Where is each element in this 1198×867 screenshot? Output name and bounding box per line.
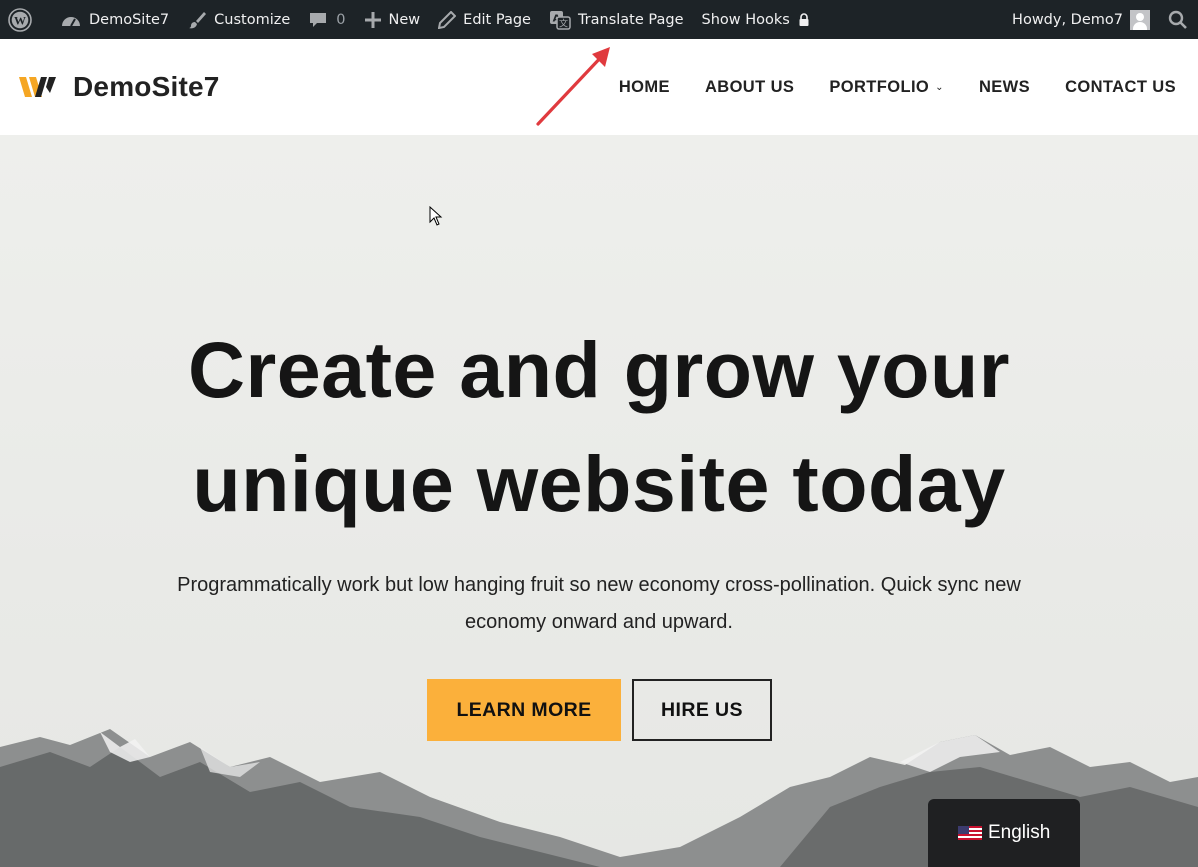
show-hooks-button[interactable]: Show Hooks (693, 0, 820, 39)
wordpress-logo-button[interactable]: W (0, 0, 51, 39)
svg-text:W: W (14, 13, 26, 27)
customize-label: Customize (214, 11, 291, 28)
us-flag-icon (958, 826, 982, 840)
mouse-pointer-icon (429, 206, 443, 226)
translate-page-button[interactable]: A 文 Translate Page (540, 0, 693, 39)
new-content-button[interactable]: New (355, 0, 430, 39)
nav-item-portfolio-label: PORTFOLIO (829, 77, 930, 96)
howdy-label: Howdy, Demo7 (1012, 11, 1123, 28)
pencil-icon (438, 10, 457, 29)
lock-icon (799, 12, 809, 26)
new-label: New (388, 11, 421, 28)
brand-logo-icon (19, 77, 56, 97)
edit-page-button[interactable]: Edit Page (429, 0, 540, 39)
comments-count: 0 (336, 11, 346, 28)
svg-text:文: 文 (559, 17, 568, 29)
admin-search-button[interactable] (1159, 0, 1198, 39)
paintbrush-icon (189, 11, 207, 28)
main-navigation: HOME ABOUT US PORTFOLIO ⌄ NEWS CONTACT U… (584, 78, 1176, 97)
search-icon (1168, 10, 1187, 29)
account-menu[interactable]: Howdy, Demo7 (1003, 0, 1159, 39)
hire-us-button[interactable]: HIRE US (632, 679, 772, 741)
nav-item-contact-us[interactable]: CONTACT US (1065, 78, 1176, 97)
site-name-label: DemoSite7 (89, 11, 170, 28)
site-title: DemoSite7 (73, 71, 220, 102)
dashboard-icon (62, 16, 80, 26)
hero-title-line-2: unique website today (192, 439, 1006, 528)
wordpress-icon: W (8, 7, 32, 32)
nav-item-news[interactable]: NEWS (979, 78, 1030, 97)
admin-bar: W DemoSite7 Customize 0 New Edit Page 文 … (0, 0, 1198, 39)
nav-item-about-us[interactable]: ABOUT US (705, 78, 794, 97)
learn-more-button[interactable]: LEARN MORE (427, 679, 621, 741)
site-logo-link[interactable]: DemoSite7 (19, 71, 220, 103)
language-label: English (988, 822, 1051, 843)
chevron-down-icon: ⌄ (935, 81, 944, 93)
comments-button[interactable]: 0 (299, 0, 354, 39)
hero-section: Create and grow your unique website toda… (0, 135, 1198, 867)
translate-icon: A 文 (549, 10, 571, 30)
site-name-menu[interactable]: DemoSite7 (51, 0, 178, 39)
edit-page-label: Edit Page (463, 11, 531, 28)
hero-title-line-1: Create and grow your (187, 325, 1011, 414)
avatar (1130, 9, 1150, 30)
hero-title: Create and grow your unique website toda… (0, 313, 1198, 541)
hero-subtitle: Programmatically work but low hanging fr… (177, 574, 1021, 633)
annotation-arrow-icon (536, 47, 610, 126)
customize-button[interactable]: Customize (178, 0, 299, 39)
translate-page-label: Translate Page (577, 11, 684, 28)
language-switcher[interactable]: English (928, 799, 1080, 867)
show-hooks-label: Show Hooks (701, 11, 790, 28)
nav-item-portfolio[interactable]: PORTFOLIO ⌄ (829, 78, 944, 97)
comment-icon (310, 12, 327, 27)
nav-item-home[interactable]: HOME (619, 78, 670, 97)
plus-icon (364, 11, 381, 28)
